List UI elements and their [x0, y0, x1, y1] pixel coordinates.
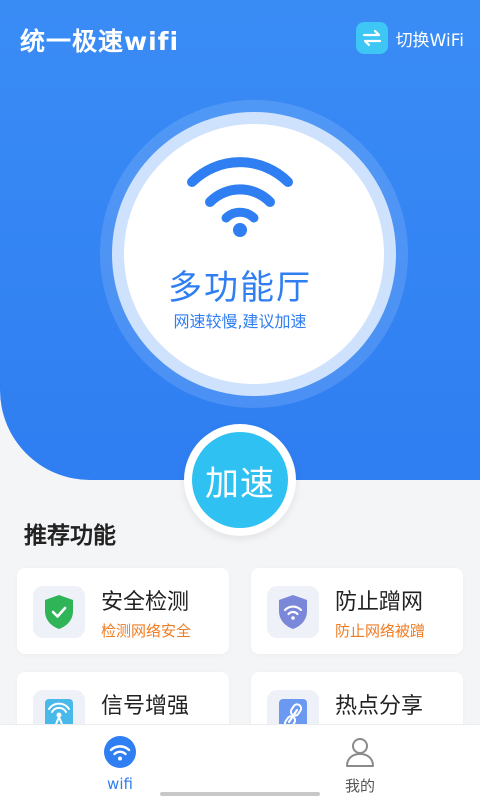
- home-indicator: [160, 792, 320, 796]
- feature-title: 热点分享: [335, 694, 424, 719]
- wifi-icon: [104, 736, 136, 768]
- feature-icon-box: [33, 586, 85, 638]
- switch-wifi-button[interactable]: 切换WiFi: [355, 22, 464, 54]
- boost-button-frame: 加速: [184, 424, 296, 536]
- feature-title: 防止蹭网: [335, 590, 424, 615]
- shield-wifi-icon: [279, 595, 307, 629]
- user-icon: [346, 738, 374, 767]
- shield-check-icon: [45, 595, 73, 629]
- feature-subtitle: 检测网络安全: [101, 622, 192, 640]
- feature-title: 安全检测: [101, 590, 190, 615]
- feature-title: 信号增强: [101, 694, 190, 719]
- tab-wifi[interactable]: wifi: [60, 735, 180, 793]
- app-title: 统一极速wifi: [20, 27, 180, 56]
- wifi-icon: [187, 157, 293, 237]
- section-title: 推荐功能: [24, 523, 116, 549]
- center-subtitle: 网速较慢,建议加速: [173, 312, 307, 331]
- feature-subtitle: 防止网络被蹭: [335, 622, 426, 640]
- feature-icon-box: [267, 586, 319, 638]
- swap-arrows-icon: [355, 22, 388, 54]
- boost-button[interactable]: 加速: [192, 432, 288, 528]
- tab-label: wifi: [107, 775, 133, 793]
- center-title: 多功能厅: [168, 268, 312, 308]
- tab-label: 我的: [344, 777, 375, 795]
- feature-card-anti-freeload[interactable]: 防止蹭网 防止网络被蹭: [251, 568, 463, 654]
- feature-card-security-check[interactable]: 安全检测 检测网络安全: [17, 568, 229, 654]
- tab-mine[interactable]: 我的: [300, 735, 420, 796]
- switch-wifi-label: 切换WiFi: [395, 30, 464, 51]
- bottom-tab-bar: wifi 我的: [0, 724, 480, 800]
- hero-banner: 多功能厅 网速较慢,建议加速: [0, 0, 480, 480]
